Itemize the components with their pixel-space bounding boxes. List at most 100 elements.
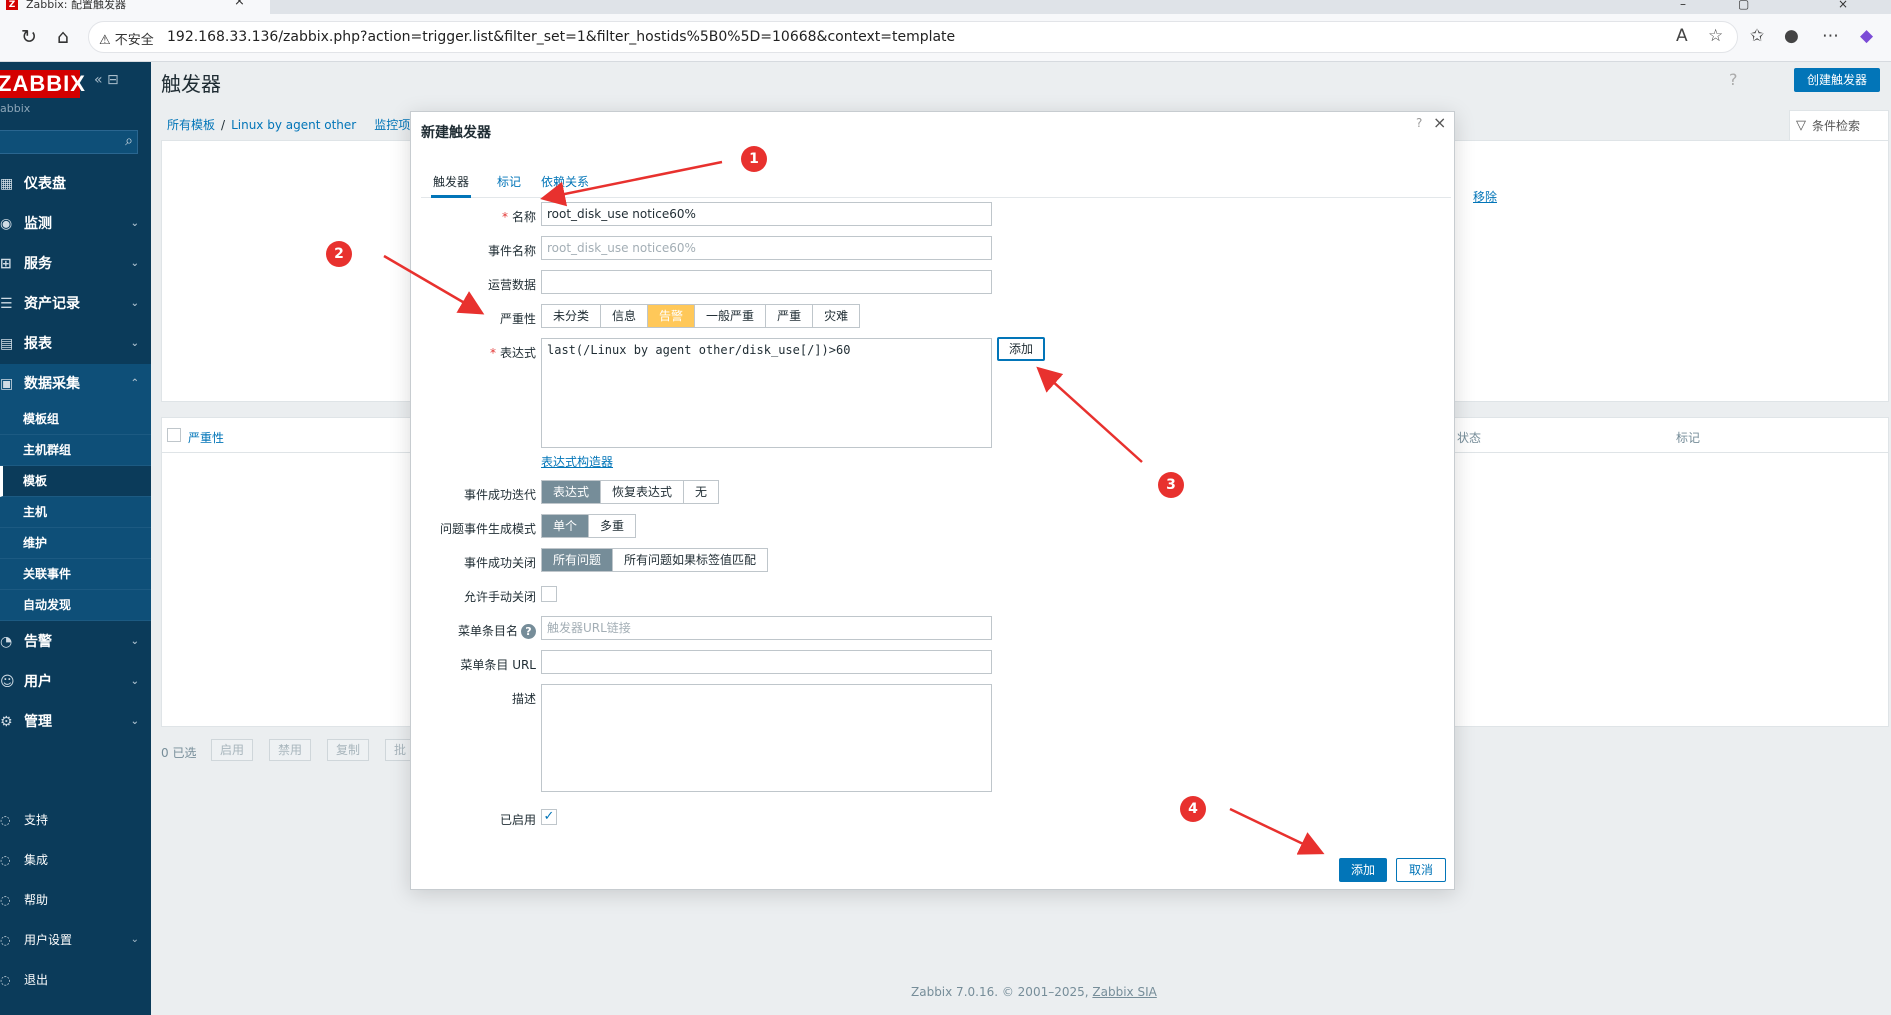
page-help-icon[interactable]: ? bbox=[1729, 70, 1738, 89]
breadcrumb-template[interactable]: Linux by agent other bbox=[231, 118, 356, 132]
favorites-icon[interactable]: ✩ bbox=[1750, 26, 1764, 46]
expression-constructor-link[interactable]: 表达式构造器 bbox=[541, 453, 613, 470]
home-icon[interactable]: ⌂ bbox=[50, 24, 76, 50]
menu-data-collection[interactable]: ▣ 数据采集 ⌃ bbox=[0, 364, 151, 404]
menu-monitoring[interactable]: ◉ 监测 ⌄ bbox=[0, 204, 151, 244]
severity-high[interactable]: 严重 bbox=[766, 305, 814, 327]
menu-inventory[interactable]: ☰ 资产记录 ⌄ bbox=[0, 284, 151, 324]
breadcrumb: 所有模板 / Linux by agent other 监控项 1 bbox=[167, 118, 422, 132]
severity-not-classified[interactable]: 未分类 bbox=[542, 305, 602, 327]
severity-selector: 未分类 信息 告警 一般严重 严重 灾难 bbox=[541, 304, 861, 328]
dialog-close-icon[interactable]: × bbox=[1433, 113, 1446, 132]
expression-add-button[interactable]: 添加 bbox=[997, 337, 1045, 361]
read-aloud-icon[interactable]: A bbox=[1676, 26, 1688, 46]
menu-user-settings[interactable]: ◌ 用户设置 ⌄ bbox=[0, 920, 151, 960]
breadcrumb-all-templates[interactable]: 所有模板 bbox=[167, 118, 215, 132]
browser-tab[interactable]: Z Zabbix: 配置触发器 × bbox=[0, 0, 270, 14]
dialog-tabs: 触发器 标记 依赖关系 bbox=[421, 168, 1451, 198]
menu-support[interactable]: ◌ 支持 bbox=[0, 800, 151, 840]
reload-icon[interactable]: ↻ bbox=[16, 24, 42, 50]
ok-event-none[interactable]: 无 bbox=[684, 481, 719, 503]
menu-signout[interactable]: ◌ 退出 bbox=[0, 960, 151, 1000]
create-trigger-button[interactable]: 创建触发器 bbox=[1794, 68, 1880, 92]
add-button[interactable]: 添加 bbox=[1339, 858, 1387, 882]
more-icon[interactable]: ⋯ bbox=[1822, 26, 1839, 46]
expression-textarea[interactable]: last(/Linux by agent other/disk_use[/])>… bbox=[541, 338, 992, 448]
event-name-field[interactable]: root_disk_use notice60% bbox=[541, 236, 992, 260]
manual-close-checkbox[interactable] bbox=[541, 586, 557, 602]
support-icon: ◌ bbox=[0, 813, 11, 827]
menu-users[interactable]: ☺ 用户 ⌄ bbox=[0, 662, 151, 702]
filter-remove-link[interactable]: 移除 bbox=[1473, 188, 1497, 205]
cancel-button[interactable]: 取消 bbox=[1396, 858, 1446, 882]
tab-trigger[interactable]: 触发器 bbox=[431, 168, 472, 198]
ok-event-recovery-expression[interactable]: 恢复表达式 bbox=[601, 481, 685, 503]
maximize-icon[interactable]: ▢ bbox=[1738, 0, 1749, 11]
menu-alerts[interactable]: ◔ 告警 ⌄ bbox=[0, 622, 151, 662]
menu-name-field[interactable]: 触发器URL链接 bbox=[541, 616, 992, 640]
collapse-sidebar-icon[interactable]: « ⊟ bbox=[94, 72, 119, 88]
users-icon: ☺ bbox=[0, 674, 15, 690]
menu-dashboard[interactable]: ▦ 仪表盘 bbox=[0, 164, 151, 204]
problem-mode-multiple[interactable]: 多重 bbox=[589, 515, 636, 537]
footer-company-link[interactable]: Zabbix SIA bbox=[1092, 985, 1156, 999]
submenu-event-correlation[interactable]: 关联事件 bbox=[0, 559, 151, 590]
enabled-checkbox[interactable]: ✓ bbox=[541, 809, 557, 825]
tab-dependencies[interactable]: 依赖关系 bbox=[541, 168, 589, 198]
minimize-icon[interactable]: – bbox=[1680, 0, 1686, 11]
opdata-field[interactable] bbox=[541, 270, 992, 294]
chevron-down-icon: ⌄ bbox=[130, 258, 139, 269]
select-all-checkbox[interactable] bbox=[167, 428, 181, 442]
menu-services[interactable]: ⊞ 服务 ⌄ bbox=[0, 244, 151, 284]
chevron-down-icon: ⌄ bbox=[130, 298, 139, 309]
filter-tab[interactable]: ▽ 条件检索 bbox=[1789, 110, 1889, 140]
mass-enable-button[interactable]: 启用 bbox=[211, 739, 254, 761]
column-severity[interactable]: 严重性 bbox=[188, 429, 224, 446]
browser-tab-title: Zabbix: 配置触发器 bbox=[26, 0, 127, 11]
ok-event-expression[interactable]: 表达式 bbox=[542, 481, 602, 503]
ok-event-gen-selector: 表达式 恢复表达式 无 bbox=[541, 480, 720, 504]
submenu-template-groups[interactable]: 模板组 bbox=[0, 404, 151, 435]
severity-warning[interactable]: 告警 bbox=[648, 305, 696, 327]
user-settings-icon: ◌ bbox=[0, 933, 11, 947]
column-status: 状态 bbox=[1457, 431, 1482, 445]
copilot-icon[interactable]: ◆ bbox=[1860, 26, 1873, 46]
page-title: 触发器 bbox=[161, 72, 221, 96]
severity-information[interactable]: 信息 bbox=[601, 305, 649, 327]
url-field[interactable]: ⚠ 不安全 192.168.33.136/zabbix.php?action=t… bbox=[88, 21, 1738, 53]
chevron-down-icon: ⌄ bbox=[130, 716, 139, 727]
close-tab-icon[interactable]: × bbox=[234, 0, 245, 8]
severity-disaster[interactable]: 灾难 bbox=[813, 305, 860, 327]
tab-tags[interactable]: 标记 bbox=[497, 168, 521, 198]
menu-help[interactable]: ◌ 帮助 bbox=[0, 880, 151, 920]
profile-icon[interactable]: ● bbox=[1784, 26, 1799, 46]
sidebar-search-input[interactable]: ⌕ bbox=[0, 130, 138, 154]
menu-integrations[interactable]: ◌ 集成 bbox=[0, 840, 151, 880]
ok-close-all[interactable]: 所有问题 bbox=[542, 549, 614, 571]
description-textarea[interactable] bbox=[541, 684, 992, 792]
mass-disable-button[interactable]: 禁用 bbox=[269, 739, 312, 761]
severity-average[interactable]: 一般严重 bbox=[695, 305, 767, 327]
zabbix-logo[interactable]: ZABBIX bbox=[0, 70, 85, 98]
menu-url-field[interactable] bbox=[541, 650, 992, 674]
submenu-maintenance[interactable]: 维护 bbox=[0, 528, 151, 559]
submenu-host-groups[interactable]: 主机群组 bbox=[0, 435, 151, 466]
insecure-warning[interactable]: ⚠ 不安全 bbox=[99, 29, 154, 48]
problem-mode-selector: 单个 多重 bbox=[541, 514, 637, 538]
ok-close-tag-match[interactable]: 所有问题如果标签值匹配 bbox=[613, 549, 768, 571]
name-field[interactable]: root_disk_use notice60% bbox=[541, 202, 992, 226]
window-close-icon[interactable]: × bbox=[1838, 0, 1848, 11]
submenu-discovery[interactable]: 自动发现 bbox=[0, 590, 151, 621]
problem-mode-single[interactable]: 单个 bbox=[542, 515, 590, 537]
mass-copy-button[interactable]: 复制 bbox=[327, 739, 370, 761]
menu-reports[interactable]: ▤ 报表 ⌄ bbox=[0, 324, 151, 364]
ok-event-gen-label: 事件成功迭代 bbox=[463, 488, 536, 502]
inventory-icon: ☰ bbox=[0, 296, 13, 312]
menu-administration[interactable]: ⚙ 管理 ⌄ bbox=[0, 702, 151, 742]
menu-name-label: 菜单条目名? bbox=[411, 622, 536, 639]
dialog-help-icon[interactable]: ? bbox=[1416, 116, 1422, 130]
submenu-templates[interactable]: 模板 bbox=[0, 466, 151, 497]
favorite-star-icon[interactable]: ☆ bbox=[1708, 26, 1723, 46]
help-icon[interactable]: ? bbox=[521, 624, 536, 639]
submenu-hosts[interactable]: 主机 bbox=[0, 497, 151, 528]
